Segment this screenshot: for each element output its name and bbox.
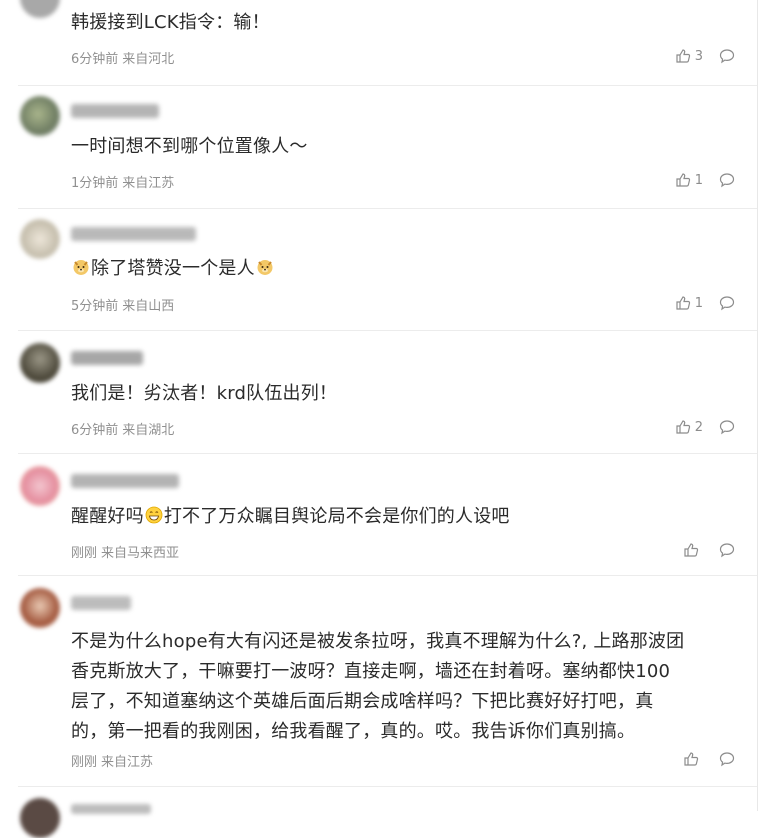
avatar[interactable] <box>20 343 60 383</box>
thumbs-up-icon <box>684 752 699 766</box>
comment-text-body: 除了塔赞没一个是人 <box>91 258 255 279</box>
username[interactable] <box>71 227 196 241</box>
comment-bubble-icon[interactable] <box>719 542 735 558</box>
like-count: 1 <box>694 295 703 311</box>
like-count: 3 <box>694 48 703 64</box>
comment-bubble-icon[interactable] <box>719 48 735 64</box>
avatar[interactable] <box>20 798 60 838</box>
like-button[interactable]: 1 <box>675 171 703 189</box>
avatar[interactable] <box>20 96 60 136</box>
comment-location: 来自山西 <box>122 299 175 314</box>
comment-item: 醒醒好吗 打不了万众瞩目舆论局不会是你们的人设吧 刚刚 来自马来西亚 <box>0 454 757 576</box>
comment-time: 刚刚 <box>71 546 98 561</box>
username[interactable] <box>71 351 143 365</box>
username[interactable] <box>71 596 131 610</box>
comment-text-body: 醒醒好吗 <box>71 506 144 527</box>
comment-text: 除了塔赞没一个是人 <box>71 254 731 284</box>
comment-text: 我们是！劣汰者！krd队伍出列！ <box>71 383 338 404</box>
like-button[interactable]: 3 <box>675 47 703 65</box>
thumbs-up-icon <box>676 420 690 434</box>
thumbs-up-icon <box>676 173 690 187</box>
username[interactable] <box>71 474 179 488</box>
comment-text: 不是为什么hope有大有闪还是被发条拉呀，我真不理解为什么?, 上路那波团 香克… <box>71 627 731 747</box>
comment-item: 韩援接到LCK指令：输！ 6分钟前 来自河北 3 <box>0 0 757 86</box>
comment-meta: 6分钟前 来自湖北 <box>71 419 174 438</box>
comment-text-line: 的，第一把看的我刚困，给我看醒了，真的。哎。我告诉你们真别搞。 <box>71 721 636 742</box>
username[interactable] <box>71 804 151 814</box>
comment-time: 6分钟前 <box>71 52 119 67</box>
like-count: 1 <box>694 172 703 188</box>
comment-bubble-icon[interactable] <box>719 295 735 311</box>
comment-text: 韩援接到LCK指令：输！ <box>71 12 270 33</box>
comment-text-line: 香克斯放大了，干嘛要打一波呀？直接走啊，墙还在封着呀。塞纳都快100 <box>71 661 671 682</box>
comment-location: 来自马来西亚 <box>101 546 180 561</box>
comment-bubble-icon[interactable] <box>719 751 735 767</box>
comment-text-body: 打不了万众瞩目舆论局不会是你们的人设吧 <box>163 506 510 527</box>
comment-text-line: 层了，不知道塞纳这个英雄后面后期会成啥样吗？下把比赛好好打吧，真 <box>71 691 654 712</box>
divider <box>18 786 757 787</box>
like-button[interactable] <box>683 541 703 559</box>
comment-bubble-icon[interactable] <box>719 172 735 188</box>
comment-location: 来自江苏 <box>101 755 154 770</box>
comment-item: 一时间想不到哪个位置像人～ 1分钟前 来自江苏 1 <box>0 86 757 209</box>
comment-location: 来自湖北 <box>122 423 175 438</box>
comment-location: 来自河北 <box>122 52 175 67</box>
thumbs-up-icon <box>676 296 690 310</box>
comment-list: 韩援接到LCK指令：输！ 6分钟前 来自河北 3 一时间想不到哪个位置像人～ 1分… <box>0 0 758 838</box>
doge-emoji <box>73 260 89 275</box>
grin-emoji <box>145 506 163 524</box>
comment-location: 来自江苏 <box>122 176 175 191</box>
comment-meta: 刚刚 来自马来西亚 <box>71 542 179 561</box>
avatar[interactable] <box>20 219 60 259</box>
comment-time: 5分钟前 <box>71 299 119 314</box>
comment-item: 除了塔赞没一个是人 5分钟前 来自山西 1 <box>0 209 757 331</box>
comment-text: 一时间想不到哪个位置像人～ <box>71 136 308 157</box>
like-count: 2 <box>694 419 703 435</box>
comment-text-line: 不是为什么hope有大有闪还是被发条拉呀，我真不理解为什么?, 上路那波团 <box>71 631 685 652</box>
comment-meta: 刚刚 来自江苏 <box>71 751 153 770</box>
thumbs-up-icon <box>684 543 699 557</box>
comment-meta: 6分钟前 来自河北 <box>71 48 174 67</box>
comment-time: 1分钟前 <box>71 176 119 191</box>
comment-text: 醒醒好吗 打不了万众瞩目舆论局不会是你们的人设吧 <box>71 502 731 532</box>
avatar[interactable] <box>20 588 60 628</box>
comment-time: 6分钟前 <box>71 423 119 438</box>
comment-time: 刚刚 <box>71 755 98 770</box>
like-button[interactable] <box>683 750 703 768</box>
like-button[interactable]: 2 <box>675 418 703 436</box>
comment-item: 我们是！劣汰者！krd队伍出列！ 6分钟前 来自湖北 2 <box>0 331 757 454</box>
thumbs-up-icon <box>676 49 690 63</box>
comment-bubble-icon[interactable] <box>719 419 735 435</box>
comment-meta: 1分钟前 来自江苏 <box>71 172 174 191</box>
avatar[interactable] <box>20 466 60 506</box>
username[interactable] <box>71 104 159 118</box>
doge-emoji <box>257 260 273 275</box>
like-button[interactable]: 1 <box>675 294 703 312</box>
comment-meta: 5分钟前 来自山西 <box>71 295 174 314</box>
comment-item: 不是为什么hope有大有闪还是被发条拉呀，我真不理解为什么?, 上路那波团 香克… <box>0 576 757 787</box>
